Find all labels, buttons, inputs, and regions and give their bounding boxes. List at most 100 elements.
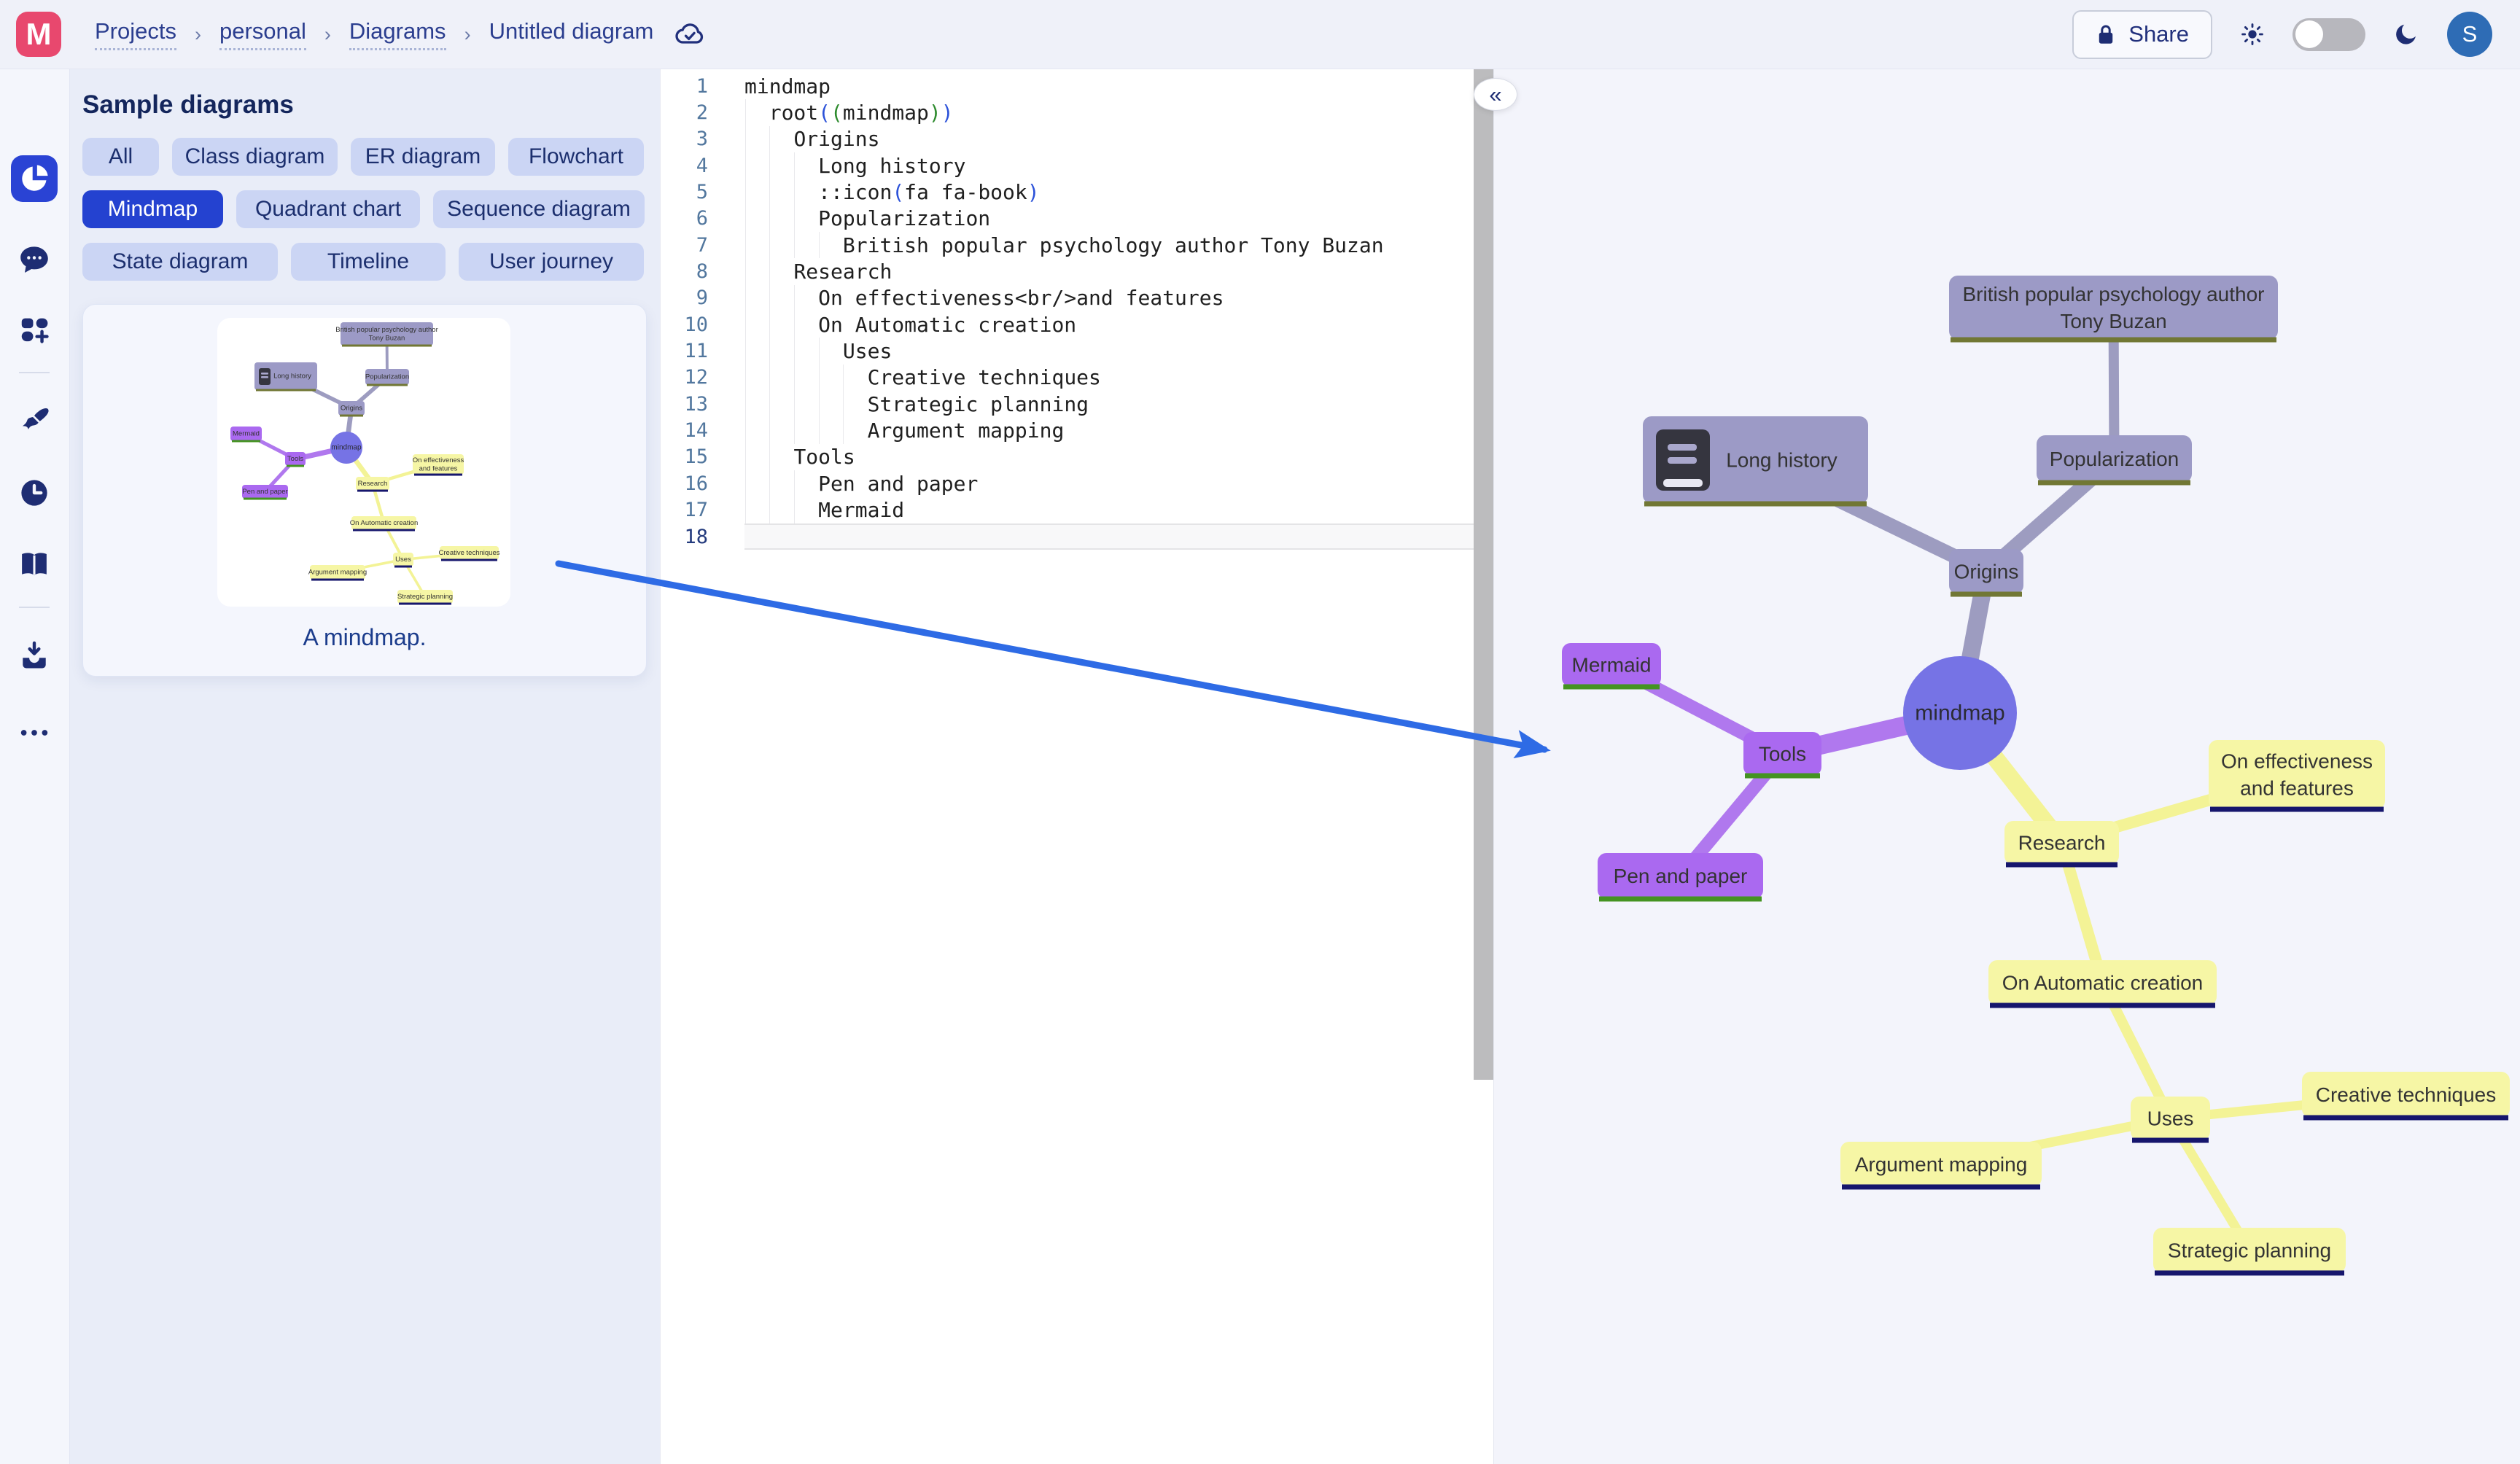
filter-button-mindmap[interactable]: Mindmap: [82, 190, 223, 228]
theme-toggle[interactable]: [2292, 18, 2365, 51]
code-editor[interactable]: 1mindmap2root((mindmap))3Origins4Long hi…: [660, 69, 1493, 1464]
import-tray-icon: [18, 639, 51, 673]
code-token: Popularization: [818, 206, 990, 230]
code-line-11[interactable]: 11Uses: [661, 338, 1493, 364]
code-line-6[interactable]: 6 Popularization: [661, 206, 1493, 232]
code-line-content[interactable]: Popularization: [744, 206, 1493, 232]
avatar[interactable]: S: [2447, 12, 2492, 57]
indent-guide: [794, 285, 795, 311]
code-line-15[interactable]: 15Tools: [661, 444, 1493, 470]
code-line-9[interactable]: 9On effectiveness<br/>and features: [661, 285, 1493, 311]
indent-guide: [794, 365, 795, 391]
sidebar-item-clock[interactable]: [11, 470, 58, 516]
code-line-content[interactable]: Strategic planning: [744, 391, 1493, 417]
code-line-17[interactable]: 17Mermaid: [661, 497, 1493, 523]
breadcrumb-separator: ›: [464, 23, 471, 46]
node-mermaid: Mermaid: [230, 427, 262, 441]
filter-button-user-journey[interactable]: User journey: [459, 243, 644, 281]
code-line-content[interactable]: Tools: [744, 444, 1493, 470]
filter-button-state-diagram[interactable]: State diagram: [82, 243, 278, 281]
line-number: 18: [661, 523, 744, 550]
sample-card-mindmap[interactable]: mindmapOriginsLong historyPopularization…: [82, 304, 647, 677]
mermaid-chart-app: M Projects›personal›Diagrams›Untitled di…: [0, 0, 2520, 1464]
sidebar-item-shapes-plus[interactable]: [11, 306, 58, 353]
diagram-canvas[interactable]: mindmapOriginsLong historyPopularization…: [1493, 69, 2520, 1464]
breadcrumb-item-projects[interactable]: Projects: [95, 18, 176, 50]
svg-text:Mermaid: Mermaid: [233, 430, 260, 438]
filter-button-class-diagram[interactable]: Class diagram: [172, 138, 338, 176]
indent-guide: [745, 497, 746, 523]
sidebar-item-chat-bubble[interactable]: [11, 236, 58, 283]
code-line-8[interactable]: 8Research: [661, 258, 1493, 284]
mindmap-preview-thumbnail: mindmapOriginsLong historyPopularization…: [217, 318, 510, 607]
code-token: mindmap: [843, 101, 929, 125]
node-uses: Uses: [393, 553, 413, 566]
mermaid-logo[interactable]: M: [16, 12, 61, 57]
code-line-content[interactable]: Origins: [744, 126, 1493, 152]
indent-guide: [769, 179, 770, 205]
svg-text:Argument mapping: Argument mapping: [1855, 1153, 2028, 1176]
filter-button-all[interactable]: All: [82, 138, 159, 176]
code-line-content[interactable]: On Automatic creation: [744, 311, 1493, 338]
code-line-7[interactable]: 7British popular psychology author Tony …: [661, 232, 1493, 258]
code-line-content[interactable]: mindmap: [744, 73, 1493, 99]
code-lines: 1mindmap2root((mindmap))3Origins4Long hi…: [661, 73, 1493, 550]
sidebar-item-import-tray[interactable]: [11, 633, 58, 680]
code-line-content[interactable]: Mermaid: [744, 497, 1493, 523]
code-line-content[interactable]: Creative techniques: [744, 365, 1493, 391]
filter-button-flowchart[interactable]: Flowchart: [508, 138, 644, 176]
filter-button-sequence-diagram[interactable]: Sequence diagram: [433, 190, 645, 228]
indent-guide: [769, 126, 770, 152]
line-number: 6: [661, 206, 744, 232]
code-line-content[interactable]: Uses: [744, 338, 1493, 364]
code-line-content[interactable]: Long history: [744, 152, 1493, 179]
sidebar-item-open-book[interactable]: [11, 541, 58, 588]
code-line-10[interactable]: 10On Automatic creation: [661, 311, 1493, 338]
filter-button-er-diagram[interactable]: ER diagram: [351, 138, 495, 176]
code-line-content[interactable]: [744, 523, 1493, 550]
filter-button-quadrant-chart[interactable]: Quadrant chart: [236, 190, 420, 228]
code-token: ): [1027, 180, 1040, 204]
code-line-content[interactable]: Pen and paper: [744, 470, 1493, 497]
lock-icon: [2096, 23, 2116, 45]
line-number: 10: [661, 311, 744, 338]
indent-guide: [769, 152, 770, 179]
breadcrumb-item-diagrams[interactable]: Diagrams: [349, 18, 446, 50]
breadcrumb-item-personal[interactable]: personal: [219, 18, 306, 50]
code-line-content[interactable]: root((mindmap)): [744, 99, 1493, 125]
svg-text:Mermaid: Mermaid: [1572, 654, 1652, 677]
code-line-content[interactable]: ::icon(fa fa-book): [744, 179, 1493, 205]
sidebar-item-pie-chart[interactable]: [11, 155, 58, 202]
code-line-1[interactable]: 1mindmap: [661, 73, 1493, 99]
share-button[interactable]: Share: [2072, 10, 2212, 59]
svg-text:On effectiveness: On effectiveness: [2221, 750, 2373, 773]
collapse-editor-button[interactable]: «: [1474, 78, 1517, 111]
indent-guide: [843, 417, 844, 443]
ellipsis-icon: [18, 716, 51, 749]
filter-button-timeline[interactable]: Timeline: [291, 243, 446, 281]
code-token: mindmap: [744, 74, 831, 98]
code-line-5[interactable]: 5::icon(fa fa-book): [661, 179, 1493, 205]
code-line-content[interactable]: Argument mapping: [744, 417, 1493, 443]
code-line-content[interactable]: Research: [744, 258, 1493, 284]
code-line-12[interactable]: 12Creative techniques: [661, 365, 1493, 391]
code-line-14[interactable]: 14Argument mapping: [661, 417, 1493, 443]
code-line-2[interactable]: 2root((mindmap)): [661, 99, 1493, 125]
sidebar-item-paint-brush[interactable]: [11, 398, 58, 445]
svg-text:Strategic planning: Strategic planning: [2168, 1239, 2331, 1262]
code-line-18[interactable]: 18: [661, 523, 1493, 550]
share-label: Share: [2128, 21, 2189, 47]
code-line-3[interactable]: 3Origins: [661, 126, 1493, 152]
node-creative: Creative techniques: [2302, 1072, 2510, 1118]
editor-scrollbar-thumb[interactable]: [1474, 69, 1493, 1080]
node-creative: Creative techniques: [439, 546, 500, 560]
code-line-16[interactable]: 16Pen and paper: [661, 470, 1493, 497]
svg-text:Tools: Tools: [287, 455, 303, 463]
svg-text:Creative techniques: Creative techniques: [439, 549, 500, 557]
breadcrumb-item-untitled-diagram[interactable]: Untitled diagram: [489, 18, 654, 50]
code-line-4[interactable]: 4Long history: [661, 152, 1493, 179]
code-line-content[interactable]: On effectiveness<br/>and features: [744, 285, 1493, 311]
sidebar-item-ellipsis[interactable]: [11, 709, 58, 756]
code-line-13[interactable]: 13Strategic planning: [661, 391, 1493, 417]
code-line-content[interactable]: British popular psychology author Tony B…: [744, 232, 1493, 258]
